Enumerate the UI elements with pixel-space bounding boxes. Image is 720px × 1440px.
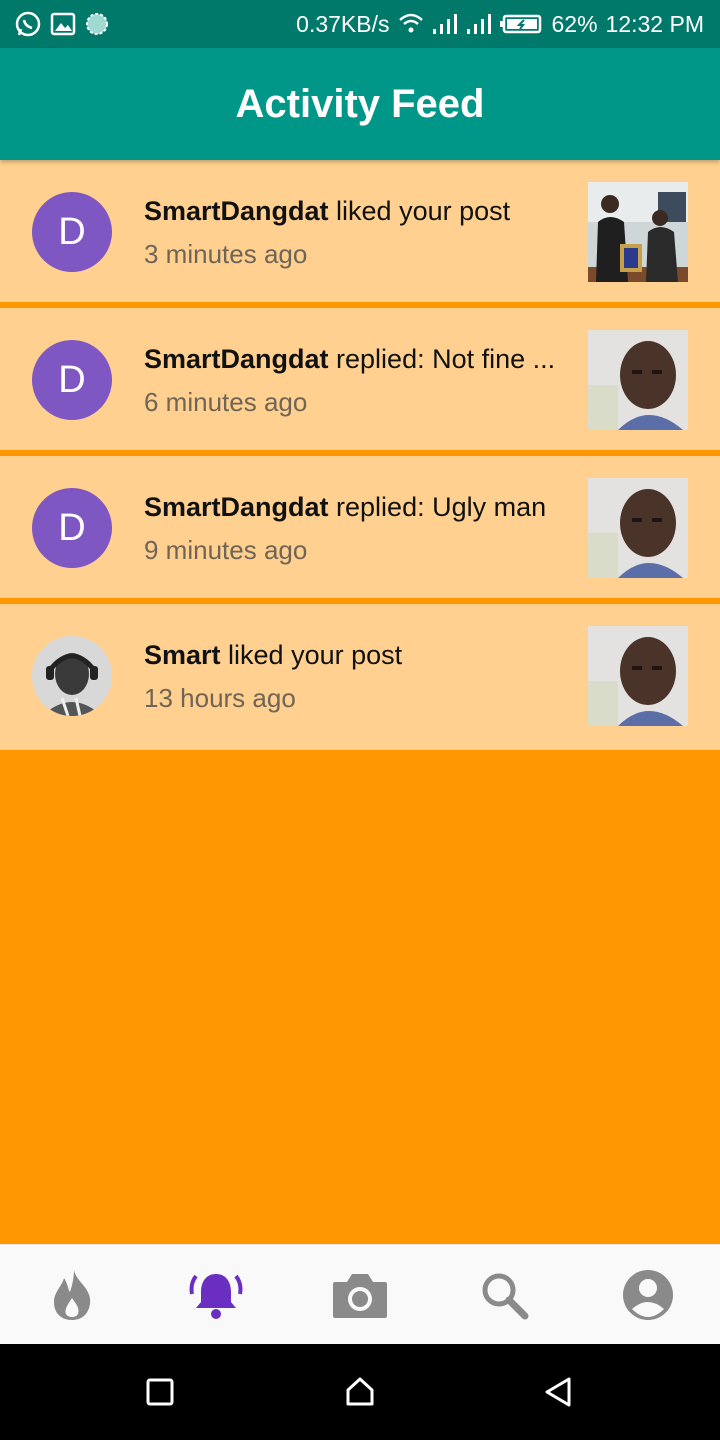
back-icon	[545, 1377, 571, 1407]
feed-item-message: Smart liked your post	[144, 640, 560, 671]
activity-feed-list: D SmartDangdat liked your post 3 minutes…	[0, 160, 720, 750]
post-thumbnail[interactable]	[588, 478, 688, 578]
status-bar: 0.37KB/s 62% 12:32 PM	[0, 0, 720, 48]
avatar[interactable]	[32, 636, 112, 716]
feed-item-text: SmartDangdat replied: Ugly man 9 minutes…	[144, 492, 560, 566]
timestamp: 13 hours ago	[144, 683, 296, 713]
feed-item-text: SmartDangdat replied: Not fine ... 6 min…	[144, 344, 560, 418]
flame-icon	[54, 1270, 91, 1320]
sync-icon	[84, 11, 110, 37]
battery-percent: 62%	[551, 10, 598, 37]
back-button[interactable]	[538, 1372, 578, 1412]
home-icon	[346, 1377, 374, 1406]
gallery-icon	[50, 11, 76, 37]
post-thumbnail[interactable]	[588, 330, 688, 430]
avatar[interactable]: D	[32, 488, 112, 568]
bottom-navigation	[0, 1244, 720, 1344]
nav-search-button[interactable]	[472, 1263, 536, 1327]
system-navigation-bar	[0, 1344, 720, 1440]
signal-icon	[432, 13, 458, 35]
camera-icon	[333, 1274, 387, 1318]
nav-timeline-button[interactable]	[40, 1263, 104, 1327]
feed-item[interactable]: Smart liked your post 13 hours ago	[0, 604, 720, 750]
app-bar: Activity Feed	[0, 48, 720, 160]
square-icon	[146, 1378, 174, 1406]
clock: 12:32 PM	[605, 10, 704, 37]
feed-item-message: SmartDangdat liked your post	[144, 196, 560, 227]
bell-icon	[189, 1274, 243, 1319]
action-text: liked your post	[220, 640, 403, 670]
action-text: liked your post	[328, 196, 511, 226]
action-text: replied: Ugly man	[328, 492, 547, 522]
notification-icons	[14, 10, 110, 38]
recent-apps-button[interactable]	[140, 1372, 180, 1412]
feed-item-text: SmartDangdat liked your post 3 minutes a…	[144, 196, 560, 270]
feed-item[interactable]: D SmartDangdat liked your post 3 minutes…	[0, 160, 720, 306]
nav-upload-button[interactable]	[328, 1263, 392, 1327]
feed-item-text: Smart liked your post 13 hours ago	[144, 640, 560, 714]
action-text: replied: Not fine ...	[328, 344, 556, 374]
network-speed: 0.37KB/s	[296, 10, 390, 37]
feed-item[interactable]: D SmartDangdat replied: Not fine ... 6 m…	[0, 308, 720, 454]
home-button[interactable]	[340, 1372, 380, 1412]
feed-item-message: SmartDangdat replied: Not fine ...	[144, 344, 560, 375]
account-icon	[623, 1270, 673, 1320]
username[interactable]: SmartDangdat	[144, 344, 329, 374]
post-thumbnail[interactable]	[588, 182, 688, 282]
status-indicators: 0.37KB/s 62% 12:32 PM	[296, 10, 704, 38]
battery-icon	[499, 13, 544, 35]
profile-photo	[32, 636, 112, 716]
search-icon	[482, 1273, 529, 1320]
feed-item[interactable]: D SmartDangdat replied: Ugly man 9 minut…	[0, 456, 720, 602]
page-title: Activity Feed	[235, 81, 485, 126]
avatar[interactable]: D	[32, 192, 112, 272]
avatar[interactable]: D	[32, 340, 112, 420]
username[interactable]: SmartDangdat	[144, 492, 329, 522]
timestamp: 3 minutes ago	[144, 239, 308, 269]
timestamp: 9 minutes ago	[144, 535, 308, 565]
post-thumbnail[interactable]	[588, 626, 688, 726]
username[interactable]: Smart	[144, 640, 221, 670]
nav-profile-button[interactable]	[616, 1263, 680, 1327]
username[interactable]: SmartDangdat	[144, 196, 329, 226]
whatsapp-icon	[14, 10, 42, 38]
nav-activity-button[interactable]	[184, 1263, 248, 1327]
wifi-icon	[398, 12, 424, 36]
feed-item-message: SmartDangdat replied: Ugly man	[144, 492, 560, 523]
timestamp: 6 minutes ago	[144, 387, 308, 417]
signal-icon	[466, 13, 492, 35]
